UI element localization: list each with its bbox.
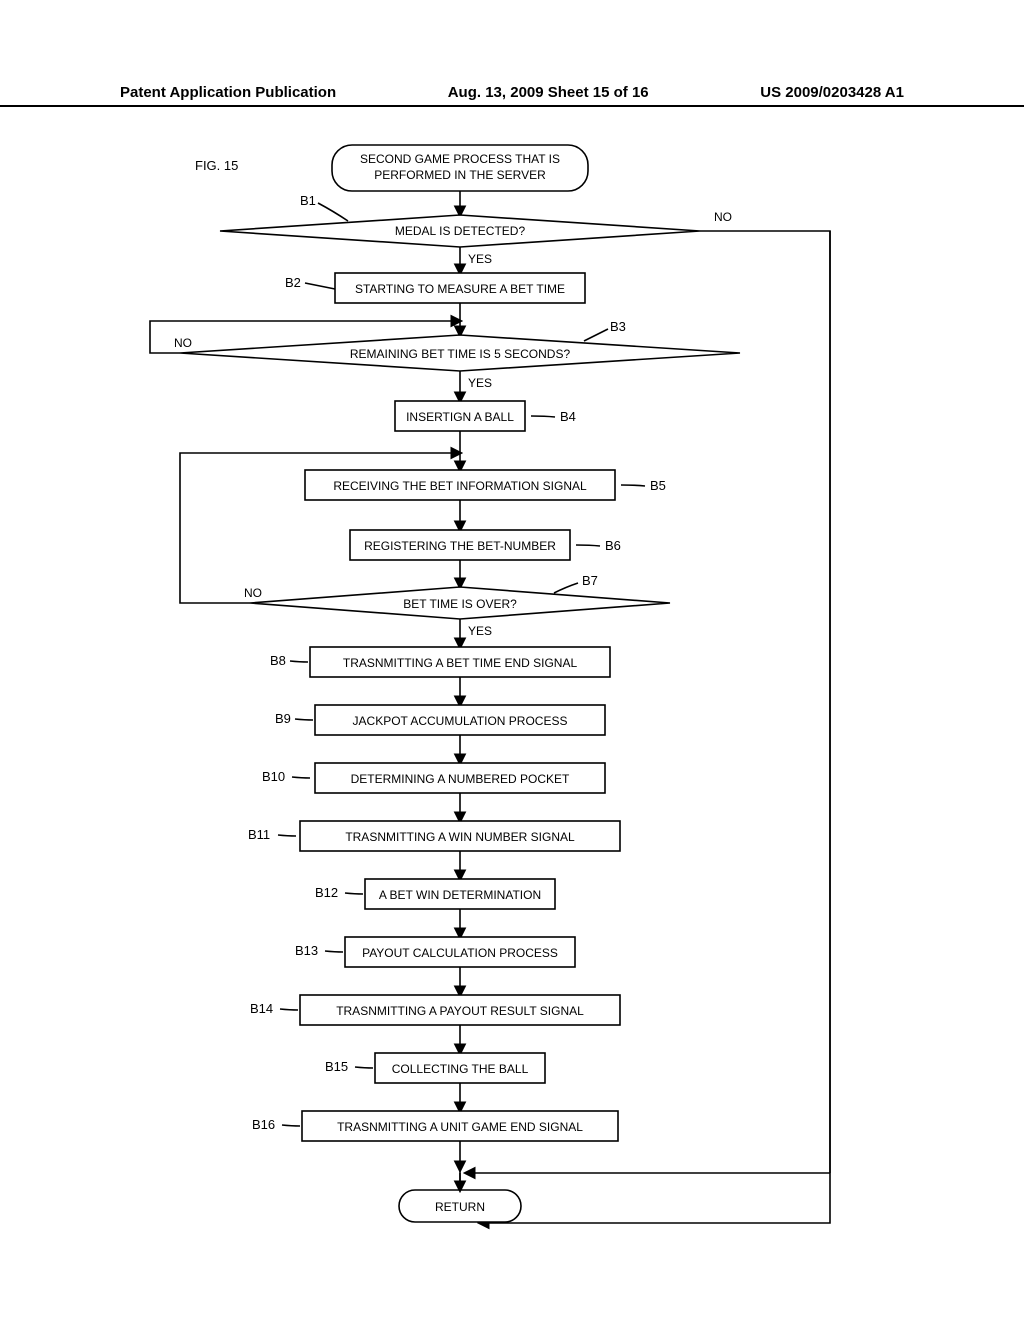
process-b4: INSERTIGN A BALL — [395, 401, 525, 431]
text-b7: BET TIME IS OVER? — [403, 597, 517, 611]
process-b12: A BET WIN DETERMINATION — [365, 879, 555, 909]
process-b6: REGISTERING THE BET-NUMBER — [350, 530, 570, 560]
process-b16: TRASNMITTING A UNIT GAME END SIGNAL — [302, 1111, 618, 1141]
process-b13: PAYOUT CALCULATION PROCESS — [345, 937, 575, 967]
text-b6: REGISTERING THE BET-NUMBER — [364, 539, 556, 553]
decision-b1: MEDAL IS DETECTED? — [220, 215, 700, 247]
label-b1: B1 — [300, 193, 316, 208]
start-text-line1: SECOND GAME PROCESS THAT IS — [360, 152, 560, 166]
text-b16: TRASNMITTING A UNIT GAME END SIGNAL — [337, 1120, 583, 1134]
header-row: Patent Application Publication Aug. 13, … — [0, 84, 1024, 101]
return-terminator: RETURN — [399, 1190, 521, 1222]
text-b10: DETERMINING A NUMBERED POCKET — [351, 772, 570, 786]
label-b7: B7 — [582, 573, 598, 588]
text-b3: REMAINING BET TIME IS 5 SECONDS? — [350, 347, 571, 361]
text-b11: TRASNMITTING A WIN NUMBER SIGNAL — [345, 830, 575, 844]
label-b4: B4 — [560, 409, 576, 424]
text-b4: INSERTIGN A BALL — [406, 410, 514, 424]
text-b5: RECEIVING THE BET INFORMATION SIGNAL — [333, 479, 587, 493]
process-b10: DETERMINING A NUMBERED POCKET — [315, 763, 605, 793]
no-b7: NO — [244, 586, 262, 600]
label-b10: B10 — [262, 769, 285, 784]
label-b14: B14 — [250, 1001, 273, 1016]
process-b2: STARTING TO MEASURE A BET TIME — [335, 273, 585, 303]
process-b15: COLLECTING THE BALL — [375, 1053, 545, 1083]
header-left: Patent Application Publication — [120, 84, 336, 101]
text-b1: MEDAL IS DETECTED? — [395, 224, 526, 238]
label-b9: B9 — [275, 711, 291, 726]
page: Patent Application Publication Aug. 13, … — [0, 0, 1024, 1320]
process-b14: TRASNMITTING A PAYOUT RESULT SIGNAL — [300, 995, 620, 1025]
start-terminator: SECOND GAME PROCESS THAT IS PERFORMED IN… — [332, 145, 588, 191]
label-b6: B6 — [605, 538, 621, 553]
label-b12: B12 — [315, 885, 338, 900]
process-b8: TRASNMITTING A BET TIME END SIGNAL — [310, 647, 610, 677]
header-center: Aug. 13, 2009 Sheet 15 of 16 — [448, 84, 649, 101]
label-b13: B13 — [295, 943, 318, 958]
text-b9: JACKPOT ACCUMULATION PROCESS — [353, 714, 568, 728]
start-text-line2: PERFORMED IN THE SERVER — [374, 168, 546, 182]
label-b5: B5 — [650, 478, 666, 493]
text-b2: STARTING TO MEASURE A BET TIME — [355, 282, 565, 296]
no-b1: NO — [714, 210, 732, 224]
figure-label: FIG. 15 — [195, 158, 238, 173]
decision-b3: REMAINING BET TIME IS 5 SECONDS? — [180, 335, 740, 371]
no-b3: NO — [174, 336, 192, 350]
process-b9: JACKPOT ACCUMULATION PROCESS — [315, 705, 605, 735]
yes-b7: YES — [468, 624, 492, 638]
decision-b7: BET TIME IS OVER? — [250, 587, 670, 619]
text-b8: TRASNMITTING A BET TIME END SIGNAL — [343, 656, 578, 670]
label-b16: B16 — [252, 1117, 275, 1132]
label-b2: B2 — [285, 275, 301, 290]
text-b13: PAYOUT CALCULATION PROCESS — [362, 946, 558, 960]
page-header: Patent Application Publication Aug. 13, … — [0, 84, 1024, 107]
process-b5: RECEIVING THE BET INFORMATION SIGNAL — [305, 470, 615, 500]
text-b14: TRASNMITTING A PAYOUT RESULT SIGNAL — [336, 1004, 584, 1018]
process-b11: TRASNMITTING A WIN NUMBER SIGNAL — [300, 821, 620, 851]
yes-b3: YES — [468, 376, 492, 390]
label-b8: B8 — [270, 653, 286, 668]
label-b11: B11 — [248, 827, 270, 842]
text-b12: A BET WIN DETERMINATION — [379, 888, 541, 902]
header-right: US 2009/0203428 A1 — [760, 84, 904, 101]
label-b3: B3 — [610, 319, 626, 334]
flowchart: FIG. 15 SECOND GAME PROCESS THAT IS PERF… — [0, 135, 1024, 1288]
text-b15: COLLECTING THE BALL — [392, 1062, 529, 1076]
yes-b1: YES — [468, 252, 492, 266]
return-text: RETURN — [435, 1200, 485, 1214]
label-b15: B15 — [325, 1059, 348, 1074]
